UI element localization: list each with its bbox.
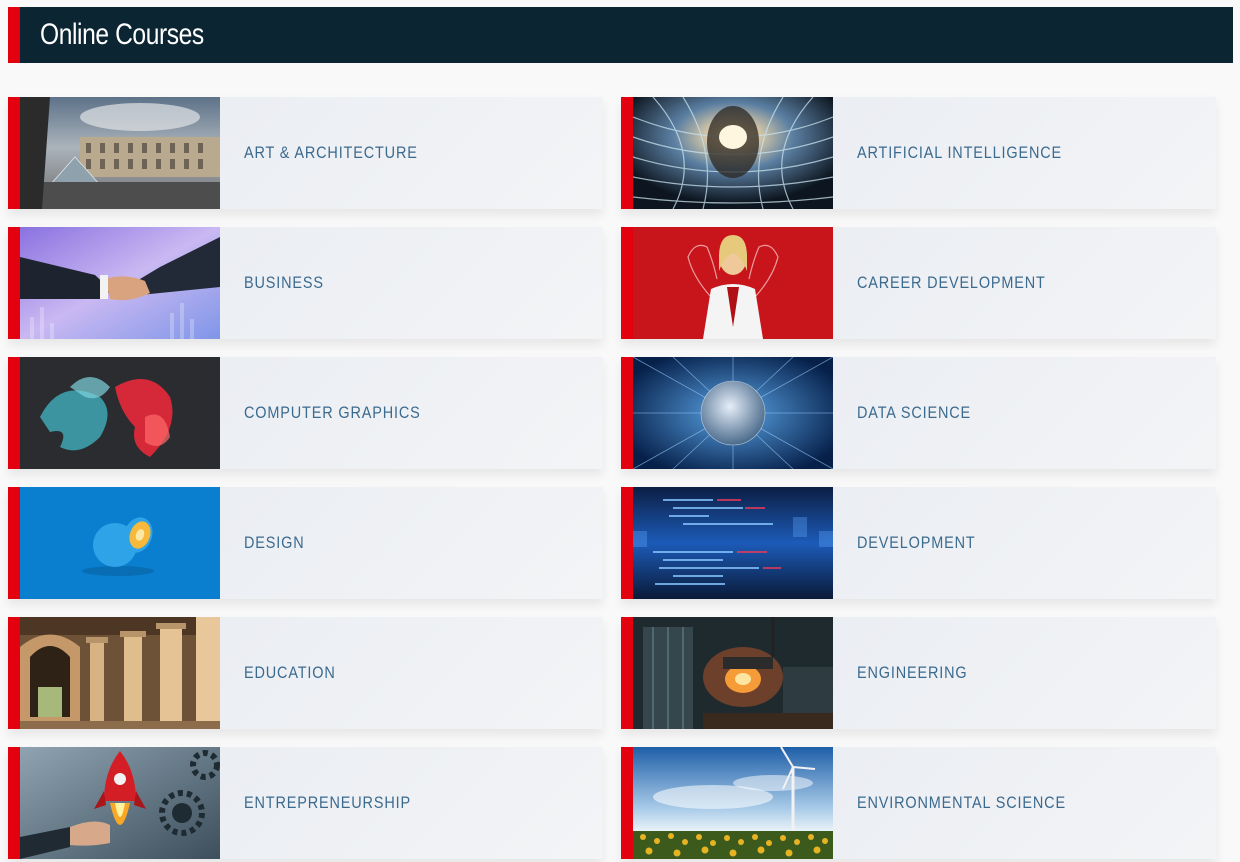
course-label: COMPUTER GRAPHICS [244, 403, 421, 422]
card-accent-bar [8, 747, 20, 859]
card-accent-bar [8, 227, 20, 339]
card-accent-bar [8, 357, 20, 469]
arcade-photo [20, 617, 220, 729]
card-accent-bar [621, 97, 633, 209]
course-card-computer-graphics[interactable]: COMPUTER GRAPHICS [8, 357, 603, 469]
card-accent-bar [8, 617, 20, 729]
course-grid: ART & ARCHITECTURE ARTIFICIAL INTELLIGEN… [8, 97, 1216, 859]
card-accent-bar [621, 227, 633, 339]
course-card-career-development[interactable]: CAREER DEVELOPMENT [621, 227, 1216, 339]
factory-photo [633, 617, 833, 729]
handshake-photo [20, 227, 220, 339]
course-card-art-architecture[interactable]: ART & ARCHITECTURE [8, 97, 603, 209]
card-accent-bar [621, 747, 633, 859]
course-label: ART & ARCHITECTURE [244, 143, 418, 162]
globe-network-photo [633, 357, 833, 469]
card-accent-bar [621, 617, 633, 729]
orange-photo [20, 487, 220, 599]
course-card-development[interactable]: DEVELOPMENT [621, 487, 1216, 599]
course-label: ENGINEERING [857, 663, 968, 682]
header-accent-bar [8, 7, 20, 63]
page-title: Online Courses [40, 18, 204, 51]
course-label: BUSINESS [244, 273, 324, 292]
page-header: Online Courses [8, 7, 1233, 63]
course-label: DESIGN [244, 533, 305, 552]
card-accent-bar [621, 487, 633, 599]
rocket-gears-photo [20, 747, 220, 859]
course-card-engineering[interactable]: ENGINEERING [621, 617, 1216, 729]
course-label: ENTREPRENEURSHIP [244, 793, 411, 812]
course-card-business[interactable]: BUSINESS [8, 227, 603, 339]
course-label: DATA SCIENCE [857, 403, 972, 422]
code-screens-photo [633, 487, 833, 599]
louvre-photo [20, 97, 220, 209]
course-card-artificial-intelligence[interactable]: ARTIFICIAL INTELLIGENCE [621, 97, 1216, 209]
card-accent-bar [8, 97, 20, 209]
course-label: DEVELOPMENT [857, 533, 976, 552]
course-card-education[interactable]: EDUCATION [8, 617, 603, 729]
card-accent-bar [621, 357, 633, 469]
smoke-photo [20, 357, 220, 469]
strong-woman-photo [633, 227, 833, 339]
card-accent-bar [8, 487, 20, 599]
course-card-entrepreneurship[interactable]: ENTREPRENEURSHIP [8, 747, 603, 859]
course-card-design[interactable]: DESIGN [8, 487, 603, 599]
course-label: EDUCATION [244, 663, 336, 682]
wind-turbine-photo [633, 747, 833, 859]
course-card-data-science[interactable]: DATA SCIENCE [621, 357, 1216, 469]
course-label: CAREER DEVELOPMENT [857, 273, 1046, 292]
course-card-environmental-science[interactable]: ENVIRONMENTAL SCIENCE [621, 747, 1216, 859]
course-label: ENVIRONMENTAL SCIENCE [857, 793, 1066, 812]
course-label: ARTIFICIAL INTELLIGENCE [857, 143, 1063, 162]
ai-face-photo [633, 97, 833, 209]
